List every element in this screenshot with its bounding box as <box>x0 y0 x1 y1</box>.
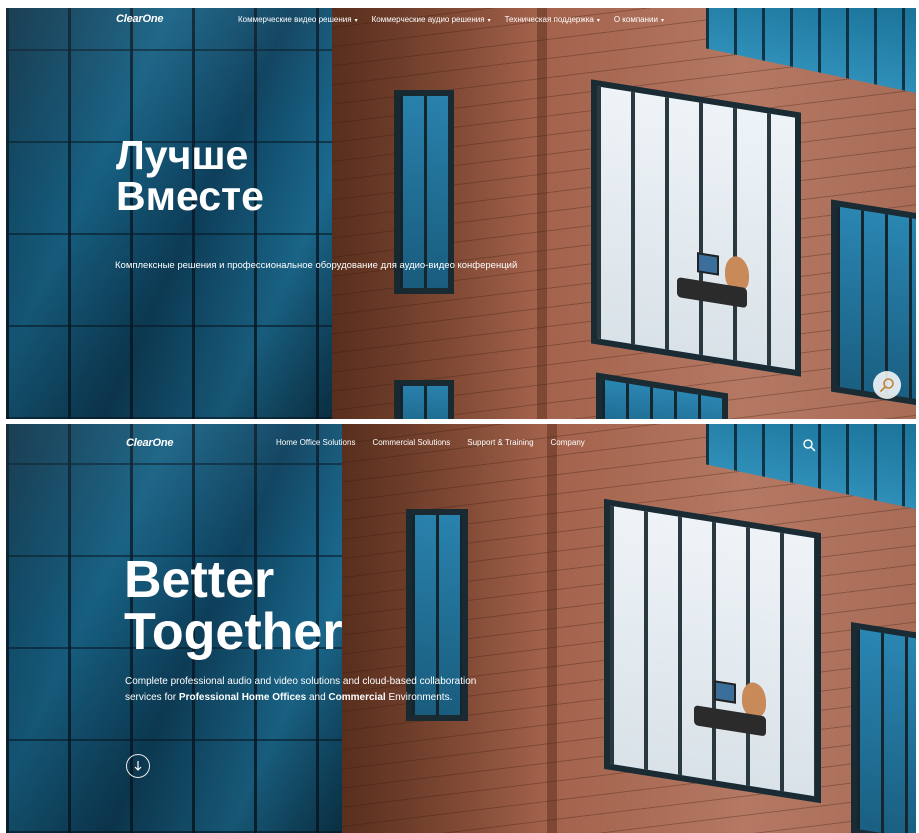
menu-item-company[interactable]: О компании ▾ <box>614 15 664 24</box>
hero-title-line: Better <box>124 551 275 609</box>
hero-title: Better Together <box>124 554 343 658</box>
search-icon <box>880 378 894 392</box>
menu-item-audio-solutions[interactable]: Коммерческие аудио решения ▾ <box>372 15 491 24</box>
menu-item-commercial[interactable]: Commercial Solutions <box>372 438 450 447</box>
scroll-down-button[interactable] <box>126 754 150 778</box>
hero-subtitle-text: Environments. <box>385 692 453 703</box>
menu-item-label: Коммерческие видео решения <box>238 15 352 24</box>
hero-subtitle-emphasis: Professional Home Offices <box>178 692 307 703</box>
top-navigation: ClearOne Home Office Solutions Commercia… <box>6 424 916 452</box>
hero-title: Лучше Вместе <box>116 135 264 217</box>
menu-item-home-office[interactable]: Home Office Solutions <box>276 438 355 447</box>
menu-item-label: О компании <box>613 15 658 24</box>
hero-subtitle-text: and <box>306 692 329 703</box>
clearone-logo[interactable]: ClearOne <box>116 13 164 25</box>
menu-item-label: Коммерческие аудио решения <box>371 15 485 24</box>
chevron-down-icon: ▾ <box>596 18 600 24</box>
hero-screenshot-ru: ClearOne Коммерческие видео решения ▾ Ком… <box>6 8 916 419</box>
hero-title-line: Лучше <box>116 132 249 178</box>
chevron-down-icon: ▾ <box>487 18 491 24</box>
hero-subtitle: Комплексные решения и профессиональное о… <box>115 260 518 271</box>
hero-subtitle-emphasis: Commercial <box>328 692 386 703</box>
menu-item-video-solutions[interactable]: Коммерческие видео решения ▾ <box>238 15 358 24</box>
search-button[interactable] <box>873 371 901 399</box>
main-menu: Home Office Solutions Commercial Solutio… <box>276 438 602 447</box>
chevron-down-icon: ▾ <box>354 18 358 24</box>
clearone-logo[interactable]: ClearOne <box>126 437 174 449</box>
main-menu: Коммерческие видео решения ▾ Коммерческие… <box>238 15 678 24</box>
search-icon[interactable] <box>802 438 816 452</box>
menu-item-support-training[interactable]: Support & Training <box>467 438 533 447</box>
top-navigation: ClearOne Коммерческие видео решения ▾ Ком… <box>6 8 916 34</box>
chevron-down-icon: ▾ <box>660 18 664 24</box>
arrow-down-icon <box>134 761 142 771</box>
menu-item-label: Техническая поддержка <box>504 15 594 24</box>
hero-title-line: Together <box>124 603 343 661</box>
menu-item-company[interactable]: Company <box>551 438 585 447</box>
menu-item-support[interactable]: Техническая поддержка ▾ <box>505 15 600 24</box>
hero-subtitle: Complete professional audio and video so… <box>125 674 485 706</box>
hero-screenshot-en: ClearOne Home Office Solutions Commercia… <box>6 424 916 833</box>
hero-title-line: Вместе <box>116 173 264 219</box>
